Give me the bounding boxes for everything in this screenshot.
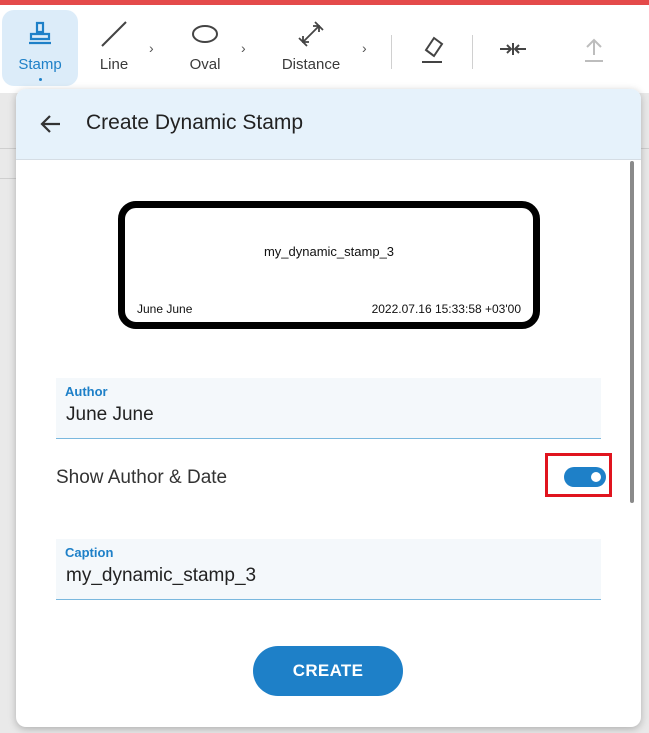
compare-icon[interactable] [498,37,528,66]
panel-title: Create Dynamic Stamp [86,111,304,134]
tool-label: Stamp [18,56,62,73]
author-field[interactable]: Author June June [56,378,601,439]
stamp-preview: my_dynamic_stamp_3 June June 2022.07.16 … [118,201,540,329]
toggle-knob [591,472,601,482]
caption-field[interactable]: Caption my_dynamic_stamp_3 [56,539,601,600]
chevron-right-icon[interactable]: › [362,40,367,56]
tool-label: Distance [281,56,341,73]
tool-distance[interactable]: Distance [274,10,348,86]
tool-stamp[interactable]: Stamp [2,10,78,86]
tool-label: Line [99,56,129,73]
caption-field-label: Caption [65,545,114,560]
author-field-value[interactable]: June June [66,404,154,426]
stamp-preview-author: June June [137,302,193,316]
create-button[interactable]: CREATE [253,646,403,696]
upload-icon[interactable] [581,35,607,70]
toolbar-divider [472,35,473,69]
panel-header: Create Dynamic Stamp [16,89,641,160]
tool-oval[interactable]: Oval [180,10,230,86]
toolbar-divider [391,35,392,69]
author-field-label: Author [65,384,108,399]
caption-field-value[interactable]: my_dynamic_stamp_3 [66,565,256,587]
annotation-toolbar: Stamp Line › Oval › Distance › [0,5,649,93]
tool-label: Oval [189,56,221,73]
stamp-icon [25,18,55,50]
show-author-date-toggle[interactable] [564,467,606,487]
show-author-date-label: Show Author & Date [56,467,228,488]
highlight-box [545,453,612,497]
scrollbar[interactable] [630,161,634,503]
divider [0,178,16,179]
create-dynamic-stamp-panel: Create Dynamic Stamp my_dynamic_stamp_3 … [16,89,641,727]
tool-line[interactable]: Line [88,10,140,86]
chevron-right-icon[interactable]: › [241,40,246,56]
line-icon [98,18,130,50]
chevron-right-icon[interactable]: › [149,40,154,56]
distance-icon [295,18,327,50]
back-arrow-icon[interactable] [38,111,64,137]
stamp-preview-caption: my_dynamic_stamp_3 [263,244,395,259]
eraser-icon[interactable] [418,32,446,71]
stamp-preview-date: 2022.07.16 15:33:58 +03'00 [371,302,521,316]
active-indicator [38,78,42,81]
oval-icon [190,18,220,50]
